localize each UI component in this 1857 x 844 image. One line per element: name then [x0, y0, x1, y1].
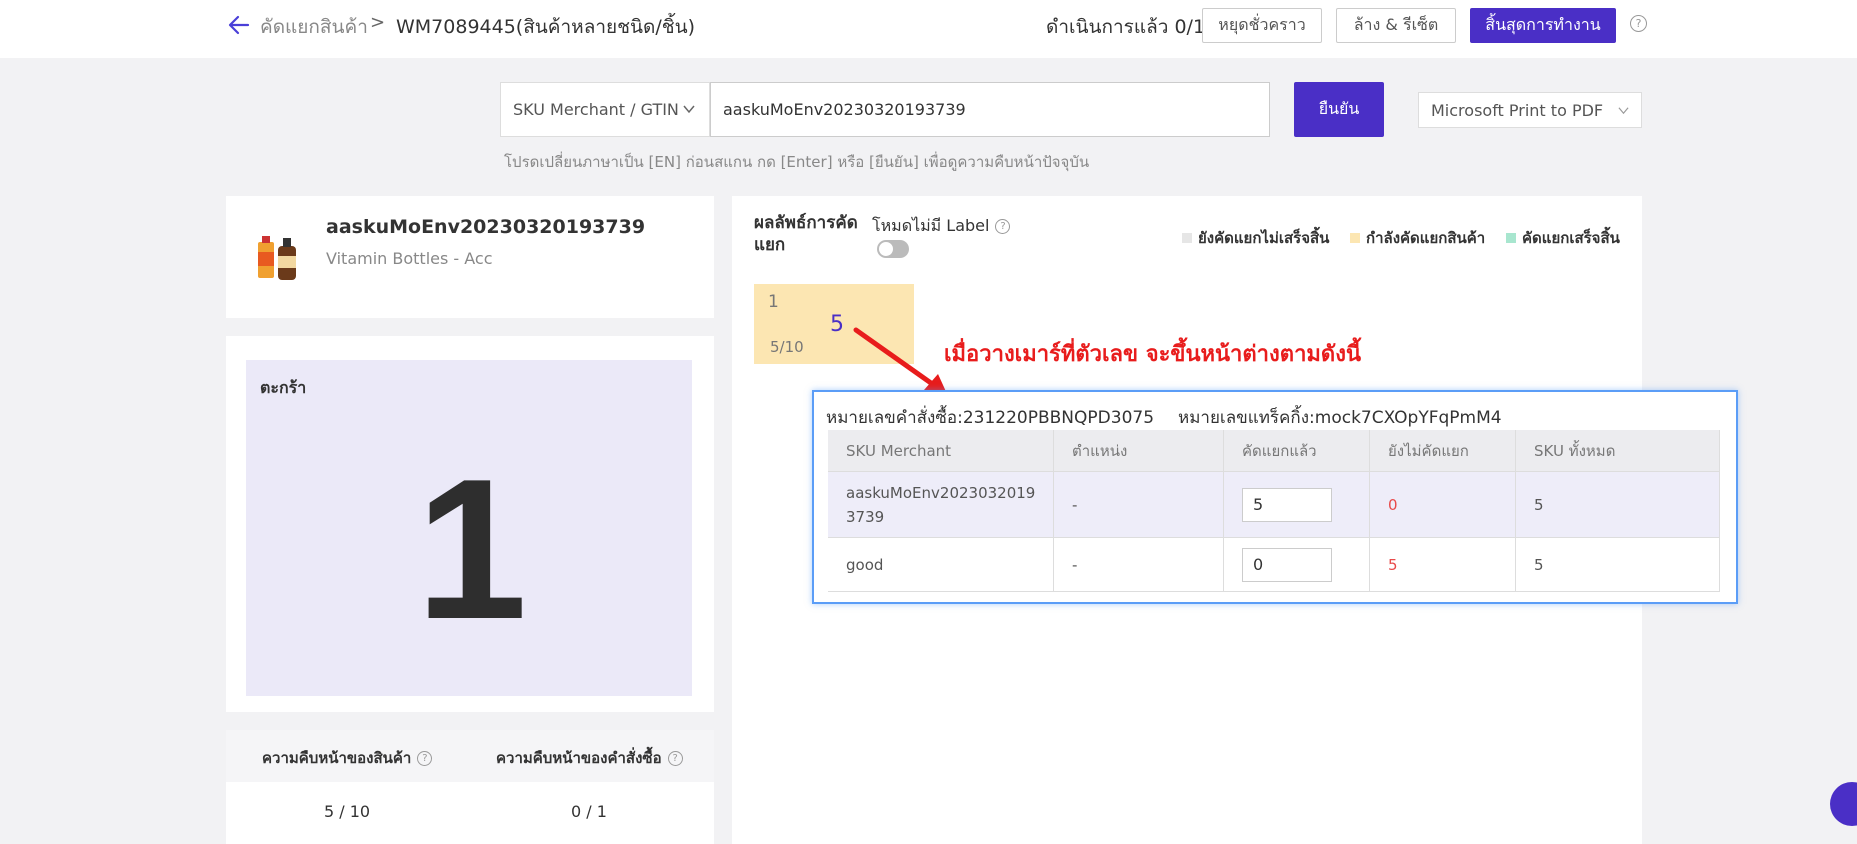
column-header: SKU ทั้งหมด [1516, 430, 1720, 471]
row-total: 5 [1516, 538, 1720, 591]
legend-sorted: คัดแยกเสร็จสิ้น [1506, 226, 1620, 250]
row-total: 5 [1516, 472, 1720, 537]
top-bar: คัดแยกสินค้า > WM7089445(สินค้าหลายชนิด/… [0, 0, 1857, 58]
reset-button[interactable]: ล้าง & รีเซ็ต [1336, 8, 1456, 43]
column-header: ยังไม่คัดแยก [1370, 430, 1516, 471]
chat-icon[interactable] [1830, 782, 1857, 826]
table-row: good - 5 5 [828, 538, 1720, 592]
legend-sorting: กำลังคัดแยกสินค้า [1350, 226, 1485, 250]
tile-basket-number: 1 [768, 292, 779, 312]
help-icon[interactable]: ? [1630, 15, 1647, 32]
row-sku: aaskuMoEnv20230320193739 [828, 472, 1054, 537]
scan-hint: โปรดเปลี่ยนภาษาเป็น [EN] ก่อนสแกน กด [En… [504, 153, 1090, 171]
column-header: ตำแหน่ง [1054, 430, 1224, 471]
scan-input[interactable] [710, 82, 1270, 137]
table-header: SKU Merchant ตำแหน่ง คัดแยกแล้ว ยังไม่คั… [828, 430, 1720, 472]
legend-swatch [1506, 233, 1516, 243]
column-header: คัดแยกแล้ว [1224, 430, 1370, 471]
row-unsorted: 5 [1370, 538, 1516, 591]
printer-select-value: Microsoft Print to PDF [1431, 100, 1604, 120]
progress-header: ความคืบหน้าของสินค้า ? ความคืบหน้าของคำส… [226, 730, 714, 782]
breadcrumb-current: WM7089445(สินค้าหลายชนิด/ชิ้น) [396, 16, 696, 38]
scan-type-select[interactable]: SKU Merchant / GTIN [500, 82, 710, 137]
nolabel-mode-toggle[interactable] [877, 240, 909, 258]
product-progress-heading: ความคืบหน้าของสินค้า ? [262, 746, 433, 770]
row-location: - [1054, 472, 1224, 537]
breadcrumb-separator: > [370, 12, 386, 33]
sorted-quantity-input[interactable] [1242, 547, 1332, 582]
legend-label: คัดแยกเสร็จสิ้น [1522, 229, 1620, 247]
row-sorted-cell [1224, 472, 1370, 537]
legend-label: ยังคัดแยกไม่เสร็จสิ้น [1198, 229, 1330, 247]
sorted-quantity-input[interactable] [1242, 487, 1332, 522]
breadcrumb-root[interactable]: คัดแยกสินค้า [260, 12, 368, 42]
legend-swatch [1350, 233, 1360, 243]
order-progress-value: 0 / 1 [571, 802, 607, 821]
tile-sorted-count[interactable]: 5 [830, 312, 844, 337]
finish-button[interactable]: สิ้นสุดการทำงาน [1470, 8, 1616, 43]
annotation-text: เมื่อวางเมาร์ที่ตัวเลข จะขึ้นหน้าต่างตาม… [944, 341, 1361, 367]
progress-card: ความคืบหน้าของสินค้า ? ความคืบหน้าของคำส… [226, 730, 714, 844]
printer-select[interactable]: Microsoft Print to PDF [1418, 92, 1642, 128]
product-progress-value: 5 / 10 [324, 802, 371, 821]
popup-tracking-number: หมายเลขแทร็คกิ้ง:mock7CXOpYFqPmM4 [1178, 408, 1502, 428]
chevron-down-icon [1618, 107, 1629, 115]
column-header: SKU Merchant [828, 430, 1054, 471]
row-sorted-cell [1224, 538, 1370, 591]
basket-number: 1 [416, 438, 528, 661]
legend-swatch [1182, 233, 1192, 243]
basket-label: ตะกร้า [260, 378, 307, 397]
nolabel-mode-heading: โหมดไม่มี Label ? [872, 214, 1011, 239]
confirm-button[interactable]: ยืนยัน [1294, 82, 1384, 137]
order-detail-popup: หมายเลขคำสั่งซื้อ:231220PBBNQPD3075 หมาย… [812, 390, 1738, 604]
table-row: aaskuMoEnv20230320193739 - 0 5 [828, 472, 1720, 538]
popup-order-number: หมายเลขคำสั่งซื้อ:231220PBBNQPD3075 [826, 408, 1155, 428]
help-icon[interactable]: ? [995, 219, 1011, 234]
product-sku: aaskuMoEnv20230320193739 [326, 216, 646, 238]
basket-display: ตะกร้า 1 [246, 360, 692, 696]
help-icon[interactable]: ? [417, 750, 433, 766]
row-sku: good [828, 538, 1054, 591]
overall-progress-text: ดำเนินการแล้ว 0/1 [1046, 16, 1206, 38]
product-progress-label: ความคืบหน้าของสินค้า [262, 749, 412, 767]
product-card: aaskuMoEnv20230320193739 Vitamin Bottles… [226, 196, 714, 318]
help-icon[interactable]: ? [667, 750, 683, 766]
chevron-down-icon [683, 105, 695, 114]
legend-not-sorted: ยังคัดแยกไม่เสร็จสิ้น [1182, 226, 1329, 250]
order-progress-label: ความคืบหน้าของคำสั่งซื้อ [496, 749, 662, 767]
product-name: Vitamin Bottles - Acc [326, 249, 493, 268]
tile-progress: 5/10 [770, 338, 804, 356]
scan-type-value: SKU Merchant / GTIN [513, 100, 679, 119]
order-progress-heading: ความคืบหน้าของคำสั่งซื้อ ? [496, 746, 683, 770]
row-location: - [1054, 538, 1224, 591]
row-unsorted: 0 [1370, 472, 1516, 537]
back-arrow-icon[interactable] [226, 12, 252, 38]
nolabel-mode-label: โหมดไม่มี Label [872, 216, 990, 235]
product-image [258, 236, 296, 280]
result-title: ผลลัพธ์การคัดแยก [754, 213, 858, 255]
pause-button[interactable]: หยุดชั่วคราว [1202, 8, 1322, 43]
legend-label: กำลังคัดแยกสินค้า [1366, 229, 1486, 247]
basket-card: ตะกร้า 1 [226, 336, 714, 712]
